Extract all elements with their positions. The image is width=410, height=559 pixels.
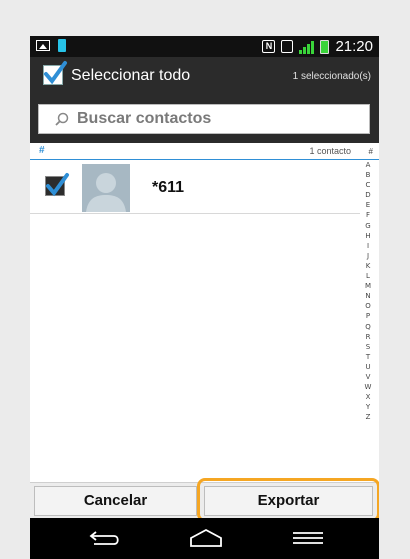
contact-count: 1 contacto xyxy=(309,146,351,156)
index-letter[interactable]: E xyxy=(366,200,370,210)
list-section-header: # 1 contacto xyxy=(30,143,379,160)
check-icon xyxy=(46,173,69,197)
section-label: # xyxy=(39,145,45,156)
navigation-bar xyxy=(30,518,379,559)
select-all-checkbox[interactable] xyxy=(43,61,67,85)
index-letter[interactable]: O xyxy=(365,301,371,311)
index-letter[interactable]: P xyxy=(366,311,370,321)
search-icon xyxy=(55,112,69,126)
index-letter[interactable]: C xyxy=(366,180,371,190)
index-letter[interactable]: J xyxy=(367,251,369,261)
index-letter[interactable]: V xyxy=(366,372,371,382)
index-letter[interactable]: I xyxy=(367,241,369,251)
index-letter[interactable]: D xyxy=(365,190,370,200)
index-letter[interactable]: L xyxy=(366,271,370,281)
index-letter[interactable]: H xyxy=(365,231,370,241)
index-letter[interactable]: K xyxy=(366,261,371,271)
index-hash[interactable]: # xyxy=(369,147,373,156)
avatar xyxy=(82,164,130,212)
index-letter[interactable]: S xyxy=(366,342,370,352)
index-letter[interactable]: A xyxy=(366,160,371,170)
contact-checkbox[interactable] xyxy=(45,173,69,197)
index-letter[interactable]: Q xyxy=(365,322,371,332)
export-highlight xyxy=(197,478,379,522)
selected-count: 1 seleccionado(s) xyxy=(292,71,371,82)
battery-icon xyxy=(320,39,330,54)
contact-row[interactable]: *611 xyxy=(30,161,360,214)
index-letter[interactable]: R xyxy=(366,332,371,342)
index-letter[interactable]: F xyxy=(366,210,370,220)
status-bar: N 21:20 xyxy=(30,36,379,57)
index-letter[interactable]: Y xyxy=(366,402,370,412)
action-bar: Seleccionar todo 1 seleccionado(s) xyxy=(30,57,379,97)
back-icon[interactable] xyxy=(88,530,122,546)
vibrate-icon xyxy=(281,40,294,53)
alphabet-index[interactable]: A B C D E F G H I J K L M N O P Q R S T … xyxy=(361,160,375,422)
menu-icon[interactable] xyxy=(293,531,323,545)
index-letter[interactable]: X xyxy=(366,392,371,402)
phone-screen: N 21:20 Seleccionar todo 1 seleccionado(… xyxy=(30,36,379,559)
hplus-signal-icon xyxy=(299,40,315,54)
clock: 21:20 xyxy=(335,38,373,55)
search-input[interactable]: Buscar contactos xyxy=(38,104,370,134)
image-icon xyxy=(36,40,50,51)
index-letter[interactable]: T xyxy=(366,352,370,362)
index-letter[interactable]: W xyxy=(365,382,372,392)
index-letter[interactable]: N xyxy=(365,291,370,301)
nfc-icon: N xyxy=(262,40,276,53)
cancel-button[interactable]: Cancelar xyxy=(34,486,197,516)
home-icon[interactable] xyxy=(189,528,223,548)
contact-name: *611 xyxy=(152,179,185,196)
check-icon xyxy=(44,61,67,85)
search-bar: Buscar contactos xyxy=(30,97,379,143)
select-all-label[interactable]: Seleccionar todo xyxy=(71,67,190,85)
battery-saver-icon xyxy=(58,39,66,52)
index-letter[interactable]: G xyxy=(365,221,370,231)
index-letter[interactable]: B xyxy=(366,170,371,180)
person-icon xyxy=(86,173,126,212)
index-letter[interactable]: M xyxy=(365,281,371,291)
index-letter[interactable]: U xyxy=(365,362,370,372)
index-letter[interactable]: Z xyxy=(366,412,371,422)
search-placeholder: Buscar contactos xyxy=(77,110,212,127)
